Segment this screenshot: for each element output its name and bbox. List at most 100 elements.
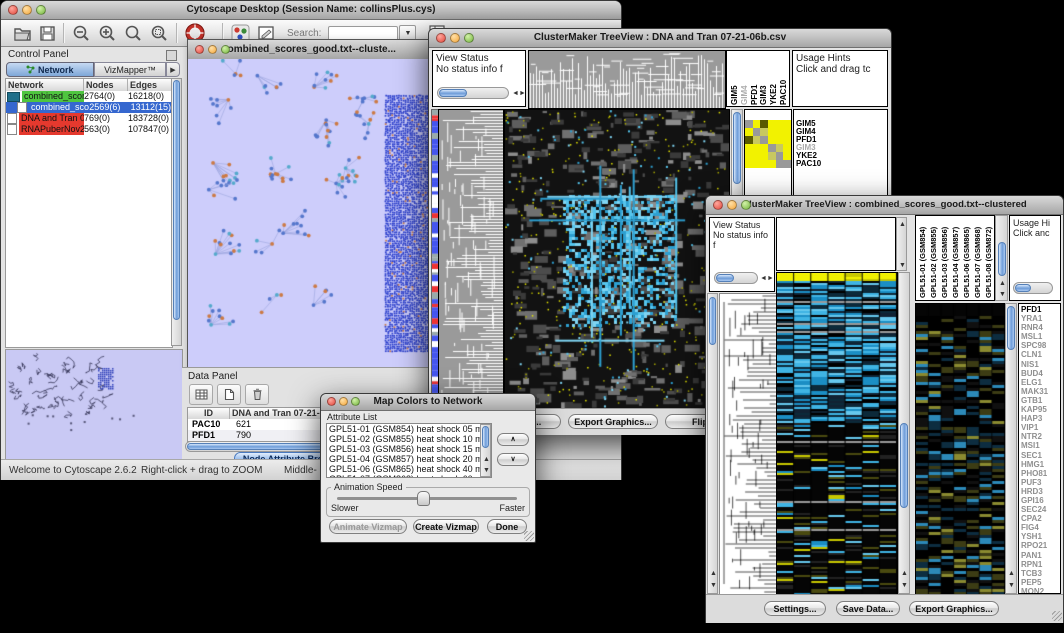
scroll-down-icon[interactable]: ▼ <box>899 262 906 269</box>
scroll-up-icon[interactable]: ▲ <box>899 221 906 228</box>
attribute-list-item[interactable]: GPL51-07 (GSM868) heat shock 60 min <box>327 474 491 478</box>
close-icon[interactable] <box>436 33 446 43</box>
scroll-down-icon[interactable]: ▼ <box>1008 582 1015 589</box>
scroll-right-icon[interactable]: ► <box>519 90 526 97</box>
attribute-list[interactable]: GPL51-01 (GSM854) heat shock 05 minGPL51… <box>326 423 492 478</box>
tv2-gene-label[interactable]: KAP95 <box>1021 405 1060 414</box>
tv1-column-label[interactable]: PAC10 <box>778 52 787 105</box>
tv2-settings-button[interactable]: Settings... <box>764 601 826 616</box>
tv2-view-status-scrollbar[interactable] <box>714 272 758 284</box>
network-canvas[interactable] <box>188 59 428 369</box>
tv2-gene-label[interactable]: FIG4 <box>1021 523 1060 532</box>
create-vizmap-button[interactable]: Create Vizmap <box>413 519 479 534</box>
attribute-list-scrollbar[interactable]: ▲ ▼ <box>480 424 491 477</box>
scroll-up-icon[interactable]: ▲ <box>999 280 1006 287</box>
scroll-down-icon[interactable]: ▼ <box>483 467 490 474</box>
minimize-button[interactable] <box>22 5 32 15</box>
tv1-column-label[interactable]: GIM3 <box>758 52 767 105</box>
resize-grip[interactable] <box>524 531 534 541</box>
tv2-gene-label[interactable]: NTR2 <box>1021 432 1060 441</box>
tv2-gene-label[interactable]: HRD3 <box>1021 487 1060 496</box>
tv1-zoom-matrix[interactable] <box>745 120 791 168</box>
tv1-heatmap[interactable] <box>504 109 730 409</box>
tv2-gene-label[interactable]: YRA1 <box>1021 314 1060 323</box>
close-icon[interactable] <box>327 397 336 406</box>
tv2-column-label[interactable]: GPL51-06 (GSM865) <box>961 218 971 298</box>
minimize-icon[interactable] <box>208 45 217 54</box>
tv2-export-graphics-button[interactable]: Export Graphics... <box>909 601 999 616</box>
attribute-list-item[interactable]: GPL51-02 (GSM855) heat shock 10 min <box>327 434 491 444</box>
tv2-heatmap[interactable] <box>776 272 898 596</box>
tv1-zoom-matrix-cell[interactable] <box>776 144 784 152</box>
tv2-gene-label[interactable]: NIS1 <box>1021 360 1060 369</box>
tv1-zoom-matrix-cell[interactable] <box>745 136 753 144</box>
tv1-zoom-matrix-cell[interactable] <box>745 120 753 128</box>
attribute-list-item[interactable]: GPL51-03 (GSM856) heat shock 15 min <box>327 444 491 454</box>
tv1-zoom-matrix-cell[interactable] <box>776 120 784 128</box>
scroll-left-icon[interactable]: ◄ <box>512 90 519 97</box>
tv2-gene-label[interactable]: ELG1 <box>1021 378 1060 387</box>
network-table-row[interactable]: combined_sco2569(6)13112(15) <box>6 102 172 113</box>
birdseye-view[interactable] <box>5 349 183 461</box>
scroll-down-icon[interactable]: ▼ <box>901 582 908 589</box>
tv1-view-status-scrollbar[interactable] <box>437 87 509 99</box>
close-icon[interactable] <box>713 200 723 210</box>
scroll-up-icon[interactable]: ▲ <box>1008 570 1015 577</box>
resize-grip[interactable] <box>1052 611 1062 621</box>
open-file-icon[interactable] <box>13 25 32 42</box>
delete-attribute-button[interactable] <box>245 384 269 405</box>
tv1-zoom-matrix-cell[interactable] <box>760 144 768 152</box>
main-title-bar[interactable]: Cytoscape Desktop (Session Name: collins… <box>1 1 621 20</box>
tv2-gene-label[interactable]: PAN1 <box>1021 551 1060 560</box>
tv1-column-label[interactable]: GIM5 <box>729 52 738 105</box>
tv2-column-label[interactable]: GPL51-07 (GSM868) <box>972 218 982 298</box>
tv2-gene-label[interactable]: GPI16 <box>1021 496 1060 505</box>
column-header-network[interactable]: Network <box>6 79 84 91</box>
scroll-up-icon[interactable]: ▲ <box>710 570 717 577</box>
tv2-gene-label[interactable]: RPO21 <box>1021 541 1060 550</box>
tv1-zoom-matrix-cell[interactable] <box>776 128 784 136</box>
tv2-atr-scroll-strip[interactable]: ▲ ▼ <box>896 217 907 271</box>
tv2-gene-label[interactable]: PHO81 <box>1021 469 1060 478</box>
tv1-zoom-matrix-cell[interactable] <box>783 144 791 152</box>
tv1-zoom-matrix-cell[interactable] <box>745 152 753 160</box>
treeview2-title-bar[interactable]: ClusterMaker TreeView : combined_scores_… <box>706 196 1063 215</box>
close-icon[interactable] <box>195 45 204 54</box>
tv1-zoom-matrix-cell[interactable] <box>768 120 776 128</box>
data-column-id[interactable]: ID <box>188 408 230 419</box>
tv1-zoom-matrix-cell[interactable] <box>776 160 784 168</box>
close-button[interactable] <box>8 5 18 15</box>
minimize-icon[interactable] <box>727 200 737 210</box>
scroll-down-icon[interactable]: ▼ <box>710 582 717 589</box>
scroll-up-icon[interactable]: ▲ <box>901 570 908 577</box>
tv2-gene-label[interactable]: MSL1 <box>1021 332 1060 341</box>
tv1-zoom-matrix-cell[interactable] <box>745 160 753 168</box>
new-attribute-button[interactable] <box>217 384 241 405</box>
tv2-row-dendrogram[interactable] <box>719 293 778 596</box>
tab-network[interactable]: Network <box>6 62 94 77</box>
tv1-column-label[interactable]: YKE2 <box>768 52 777 105</box>
tv2-gene-label[interactable]: VIP1 <box>1021 423 1060 432</box>
tv1-zoom-matrix-cell[interactable] <box>783 120 791 128</box>
tab-overflow-button[interactable]: ▶ <box>166 62 180 77</box>
tv1-zoom-matrix-cell[interactable] <box>745 128 753 136</box>
tv2-column-dendrogram-area[interactable] <box>776 217 896 271</box>
tv1-zoom-matrix-cell[interactable] <box>753 136 761 144</box>
tv1-zoom-matrix-cell[interactable] <box>760 120 768 128</box>
tv1-zoom-matrix-cell[interactable] <box>768 128 776 136</box>
tv1-zoom-matrix-cell[interactable] <box>753 160 761 168</box>
tv1-column-label[interactable]: PFD1 <box>749 52 758 105</box>
tv1-row-label[interactable]: PAC10 <box>796 160 887 168</box>
zoom-window-button[interactable] <box>36 5 46 15</box>
tv1-row-dendrogram[interactable] <box>438 109 504 409</box>
tv1-zoom-matrix-cell[interactable] <box>776 152 784 160</box>
tv1-zoom-matrix-cell[interactable] <box>768 160 776 168</box>
tv2-gene-label[interactable]: TCB3 <box>1021 569 1060 578</box>
tv2-gene-label[interactable]: SEC1 <box>1021 451 1060 460</box>
minimize-icon[interactable] <box>450 33 460 43</box>
tv1-zoom-matrix-cell[interactable] <box>768 136 776 144</box>
float-panel-icon[interactable] <box>166 50 177 61</box>
scroll-down-icon[interactable]: ▼ <box>999 291 1006 298</box>
tv2-gene-label[interactable]: BUD4 <box>1021 369 1060 378</box>
tv2-gene-list-scrollbar[interactable]: ▲ ▼ <box>1005 303 1017 594</box>
